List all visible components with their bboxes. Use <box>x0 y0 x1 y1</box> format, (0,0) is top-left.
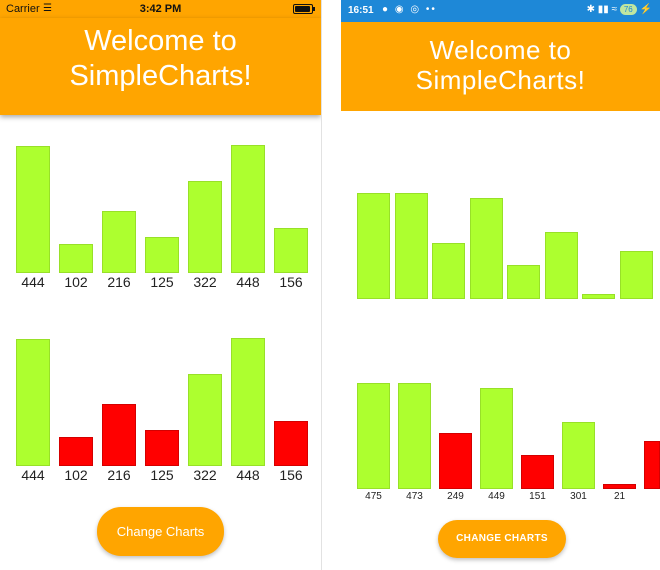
chart-bar <box>357 382 390 489</box>
chart-bar <box>16 339 50 466</box>
chart-bar <box>357 192 390 299</box>
bar-value-label: 322 <box>193 274 217 290</box>
bar-value-label: 448 <box>236 274 260 290</box>
chart-bar <box>480 388 513 489</box>
ios-status-bar: Carrier ☰ 3:42 PM <box>0 0 321 18</box>
bar-value-label: 449 <box>488 491 505 502</box>
status-time: 3:42 PM <box>139 3 182 15</box>
ios-screen: Carrier ☰ 3:42 PM Welcome to SimpleCharts… <box>0 0 321 570</box>
chart-bar <box>16 146 50 273</box>
chart-bar <box>102 404 136 466</box>
chart-bar <box>59 243 93 273</box>
chart-bar <box>274 228 308 273</box>
chart-bar <box>59 436 93 466</box>
status-time: 16:51 <box>348 5 374 16</box>
chart-bar <box>394 193 428 299</box>
screen-divider <box>321 0 322 570</box>
bar-value-label: 216 <box>107 467 131 483</box>
notification-icons: ● ◉ ◎ •• <box>382 4 437 15</box>
battery-icon: 76 <box>619 4 637 15</box>
chart-bar <box>644 440 660 489</box>
chart-bar <box>469 198 503 299</box>
bar-value-label: 21 <box>613 491 626 502</box>
android-screen: 16:51 ● ◉ ◎ •• ✱ ▮▮ ≈ 76 ⚡ Welcome to Sim… <box>341 0 660 570</box>
change-charts-button[interactable]: Change Charts <box>97 507 224 556</box>
chart-bar <box>432 243 465 299</box>
bar-value-label: 448 <box>236 467 260 483</box>
chart-bar <box>582 294 615 299</box>
chart-bar <box>231 144 265 273</box>
system-icons: ✱ ▮▮ ≈ 76 ⚡ <box>586 4 652 16</box>
chart-bar <box>145 430 179 466</box>
bar-value-label: 125 <box>150 274 174 290</box>
bar-value-label: 444 <box>21 467 45 483</box>
app-header: Welcome to SimpleCharts! <box>341 22 660 111</box>
chart-bar <box>562 421 595 489</box>
change-charts-button[interactable]: CHANGE CHARTS <box>438 520 566 558</box>
chart-bar <box>102 211 136 273</box>
chart-bar <box>507 265 540 299</box>
bar-value-label: 444 <box>21 274 45 290</box>
app-header: Welcome to SimpleCharts! <box>0 18 321 115</box>
bar-value-label: 301 <box>570 491 587 502</box>
chart-bar <box>274 421 308 466</box>
chart-bar <box>603 484 636 489</box>
page-title: Welcome to SimpleCharts! <box>415 35 586 95</box>
bar-value-label: 156 <box>279 467 303 483</box>
bar-value-label: 249 <box>447 491 464 502</box>
bar-value-label: 125 <box>150 467 174 483</box>
chart-bar <box>231 337 265 466</box>
chart-bar <box>521 455 554 489</box>
bar-value-label: 475 <box>365 491 382 502</box>
chart-bar <box>398 383 431 489</box>
bar-value-label: 151 <box>529 491 546 502</box>
battery-icon <box>293 4 315 14</box>
chart-bar <box>619 250 653 299</box>
bar-value-label: 102 <box>64 467 88 483</box>
chart-bar <box>145 237 179 273</box>
android-status-bar: 16:51 ● ◉ ◎ •• ✱ ▮▮ ≈ 76 ⚡ <box>341 0 660 22</box>
chart-bar <box>439 433 472 489</box>
chart-bar <box>544 231 578 299</box>
bar-value-label: 216 <box>107 274 131 290</box>
bar-value-label: 322 <box>193 467 217 483</box>
bar-value-label: 473 <box>406 491 423 502</box>
bar-value-label: 102 <box>64 274 88 290</box>
bar-value-label: 156 <box>279 274 303 290</box>
chart-bar <box>188 373 222 466</box>
page-title: Welcome to SimpleCharts! <box>69 25 252 92</box>
chart-bar <box>188 180 222 273</box>
